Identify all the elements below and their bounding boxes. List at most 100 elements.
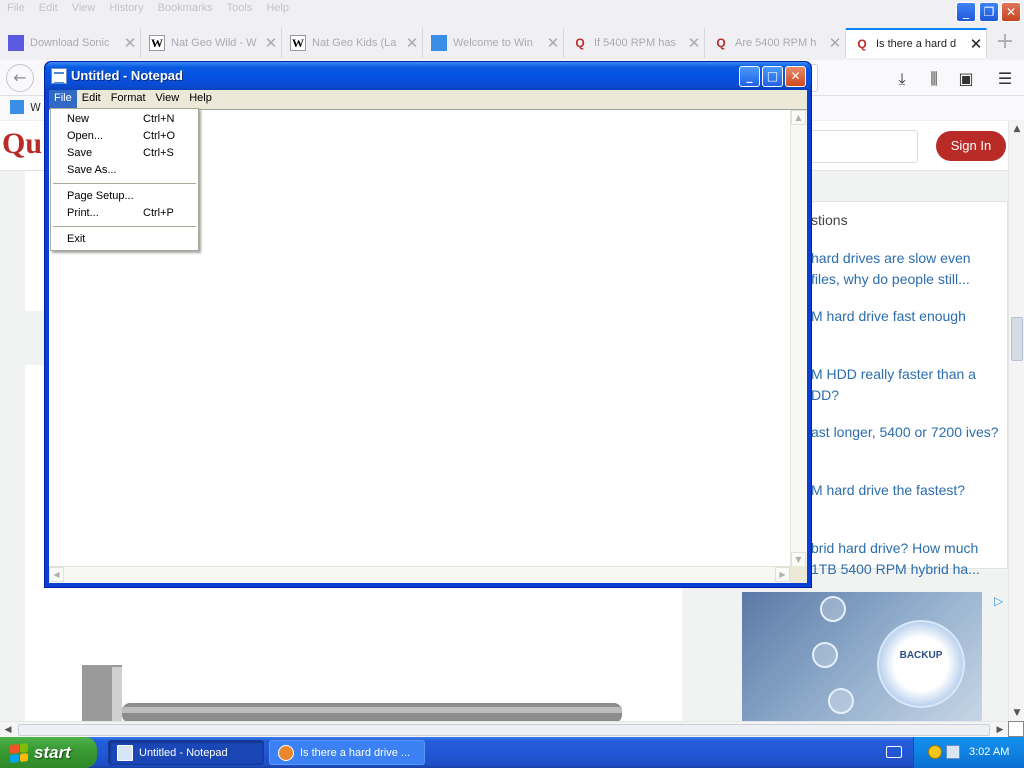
vertical-scroll-thumb[interactable] <box>1011 317 1023 361</box>
file-menu-exit[interactable]: Exit <box>51 231 198 248</box>
firefox-menu-edit[interactable]: Edit <box>32 0 65 18</box>
firefox-menu-history[interactable]: History <box>102 0 150 18</box>
notepad-vertical-scrollbar[interactable]: ▲ ▼ <box>790 110 807 567</box>
downloads-icon[interactable]: ⤓ <box>891 68 913 90</box>
clock[interactable]: 3:02 AM <box>969 746 1009 758</box>
file-menu-save[interactable]: Save Ctrl+S <box>51 145 198 162</box>
tab-title: Is there a hard d <box>876 38 957 50</box>
firefox-restore-button[interactable]: ❐ <box>979 2 999 22</box>
menu-item-shortcut: Ctrl+P <box>143 207 174 219</box>
tab-close-icon[interactable]: ✕ <box>825 34 845 52</box>
close-button[interactable]: ✕ <box>785 66 806 87</box>
taskbar-button[interactable]: Is there a hard drive ... <box>269 740 425 765</box>
related-question-link[interactable]: M hard drive fast enough <box>811 306 1001 348</box>
taskbar-button[interactable]: Untitled - Notepad <box>108 740 264 765</box>
page-horizontal-scrollbar[interactable]: ◀ ▶ <box>0 721 1008 737</box>
start-button[interactable]: start <box>0 737 97 768</box>
tab-close-icon[interactable]: ✕ <box>684 34 704 52</box>
keyboard-icon[interactable] <box>886 746 902 758</box>
file-menu-saveas[interactable]: Save As... <box>51 162 198 179</box>
firefox-menu-tools[interactable]: Tools <box>220 0 260 18</box>
firefox-minimize-button[interactable]: _ <box>956 2 976 22</box>
browser-tab[interactable]: Q If 5400 RPM has ✕ <box>564 28 705 58</box>
library-icon[interactable]: ⫼ <box>923 68 945 90</box>
related-question-link[interactable]: M HDD really faster than a DD? <box>811 364 1001 406</box>
firefox-menu-view[interactable]: View <box>65 0 103 18</box>
firefox-menu-file[interactable]: File <box>0 0 32 18</box>
scroll-up-icon[interactable]: ▲ <box>1009 121 1024 137</box>
firefox-close-button[interactable]: ✕ <box>1001 2 1021 22</box>
resize-grip-icon[interactable] <box>790 566 807 583</box>
network-icon[interactable] <box>928 745 942 759</box>
browser-tab[interactable]: Q Are 5400 RPM h ✕ <box>705 28 846 58</box>
browser-tab[interactable]: W Nat Geo Wild - W ✕ <box>141 28 282 58</box>
taskbar-button-label: Untitled - Notepad <box>139 746 228 759</box>
tab-title: Welcome to Win <box>453 37 533 49</box>
related-question-link[interactable]: hard drives are slow even files, why do … <box>811 248 1001 290</box>
sign-in-button[interactable]: Sign In <box>936 131 1006 161</box>
scroll-left-icon[interactable]: ◀ <box>49 567 64 582</box>
firefox-menu-bookmarks[interactable]: Bookmarks <box>151 0 220 18</box>
menu-item-label: Print... <box>67 207 99 219</box>
file-menu-open[interactable]: Open... Ctrl+O <box>51 128 198 145</box>
related-question-link[interactable]: M hard drive the fastest? <box>811 480 1001 522</box>
scroll-down-icon[interactable]: ▼ <box>1009 705 1024 721</box>
scroll-up-icon[interactable]: ▲ <box>791 110 806 125</box>
menu-item-label: Open... <box>67 130 104 142</box>
scroll-right-icon[interactable]: ▶ <box>992 722 1008 738</box>
adchoices-icon[interactable]: ▷ <box>994 594 1008 608</box>
tab-close-icon[interactable]: ✕ <box>402 34 422 52</box>
menu-item-label: Page Setup... <box>67 190 134 202</box>
desktop: File Edit View History Bookmarks Tools Help _ … <box>0 0 1024 768</box>
firefox-titlebar: File Edit View History Bookmarks Tools Help _ … <box>0 0 1024 24</box>
related-question-link[interactable]: ast longer, 5400 or 7200 ives? <box>811 422 1001 464</box>
menu-help[interactable]: Help <box>184 90 217 109</box>
quora-search-input[interactable] <box>800 130 918 163</box>
browser-tab[interactable]: Q Is there a hard d ✕ <box>846 28 987 58</box>
horizontal-scroll-thumb[interactable] <box>18 724 990 736</box>
related-question-link[interactable]: brid hard drive? How much 1TB 5400 RPM h… <box>811 538 1001 580</box>
scroll-left-icon[interactable]: ◀ <box>0 722 16 738</box>
ad-node <box>812 642 838 668</box>
tab-close-icon[interactable]: ✕ <box>966 35 986 53</box>
new-tab-button[interactable]: + <box>987 28 1023 58</box>
browser-tab[interactable]: Download Sonic ✕ <box>0 28 141 58</box>
file-menu-new[interactable]: New Ctrl+N <box>51 111 198 128</box>
notepad-icon[interactable] <box>51 68 67 84</box>
back-button[interactable]: ← <box>6 64 34 92</box>
scroll-down-icon[interactable]: ▼ <box>791 552 806 567</box>
notepad-titlebar[interactable]: Untitled - Notepad _ □ ✕ <box>45 62 811 90</box>
backup-cloud-icon: BACKUP <box>877 620 965 708</box>
minimize-button[interactable]: _ <box>739 66 760 87</box>
scroll-right-icon[interactable]: ▶ <box>775 567 790 582</box>
menu-format[interactable]: Format <box>106 90 151 109</box>
menu-icon[interactable]: ☰ <box>994 68 1016 90</box>
menu-file[interactable]: File <box>49 90 77 109</box>
advertisement[interactable]: BACKUP <box>742 592 982 721</box>
tab-close-icon[interactable]: ✕ <box>120 34 140 52</box>
page-vertical-scrollbar[interactable]: ▲ ▼ <box>1008 121 1024 721</box>
quora-favicon-icon: Q <box>575 36 585 50</box>
menu-view[interactable]: View <box>151 90 185 109</box>
menu-edit[interactable]: Edit <box>77 90 106 109</box>
tab-close-icon[interactable]: ✕ <box>261 34 281 52</box>
tab-close-icon[interactable]: ✕ <box>543 34 563 52</box>
safely-remove-icon[interactable] <box>946 745 960 759</box>
browser-tab[interactable]: W Nat Geo Kids (La ✕ <box>282 28 423 58</box>
quora-logo[interactable]: Qu <box>2 127 42 161</box>
browser-tab[interactable]: Welcome to Win ✕ <box>423 28 564 58</box>
file-menu-print[interactable]: Print... Ctrl+P <box>51 205 198 222</box>
file-menu-pagesetup[interactable]: Page Setup... <box>51 188 198 205</box>
notepad-title: Untitled - Notepad <box>71 68 183 83</box>
ad-text: BACKUP <box>899 650 943 661</box>
maximize-button[interactable]: □ <box>762 66 783 87</box>
bookmark-item[interactable]: W <box>10 100 41 114</box>
file-menu-dropdown: New Ctrl+N Open... Ctrl+O Save Ctrl+S Save As.… <box>50 108 199 251</box>
firefox-tab-strip: Download Sonic ✕ W Nat Geo Wild - W ✕ W Nat Ge… <box>0 28 1024 58</box>
firefox-menu-help[interactable]: Help <box>259 0 296 18</box>
menu-item-label: Exit <box>67 233 86 245</box>
menu-separator <box>53 226 196 227</box>
menu-item-label: Save As... <box>67 164 117 176</box>
notepad-horizontal-scrollbar[interactable]: ◀ ▶ <box>49 566 790 583</box>
sidebar-icon[interactable]: ▣ <box>955 68 977 90</box>
